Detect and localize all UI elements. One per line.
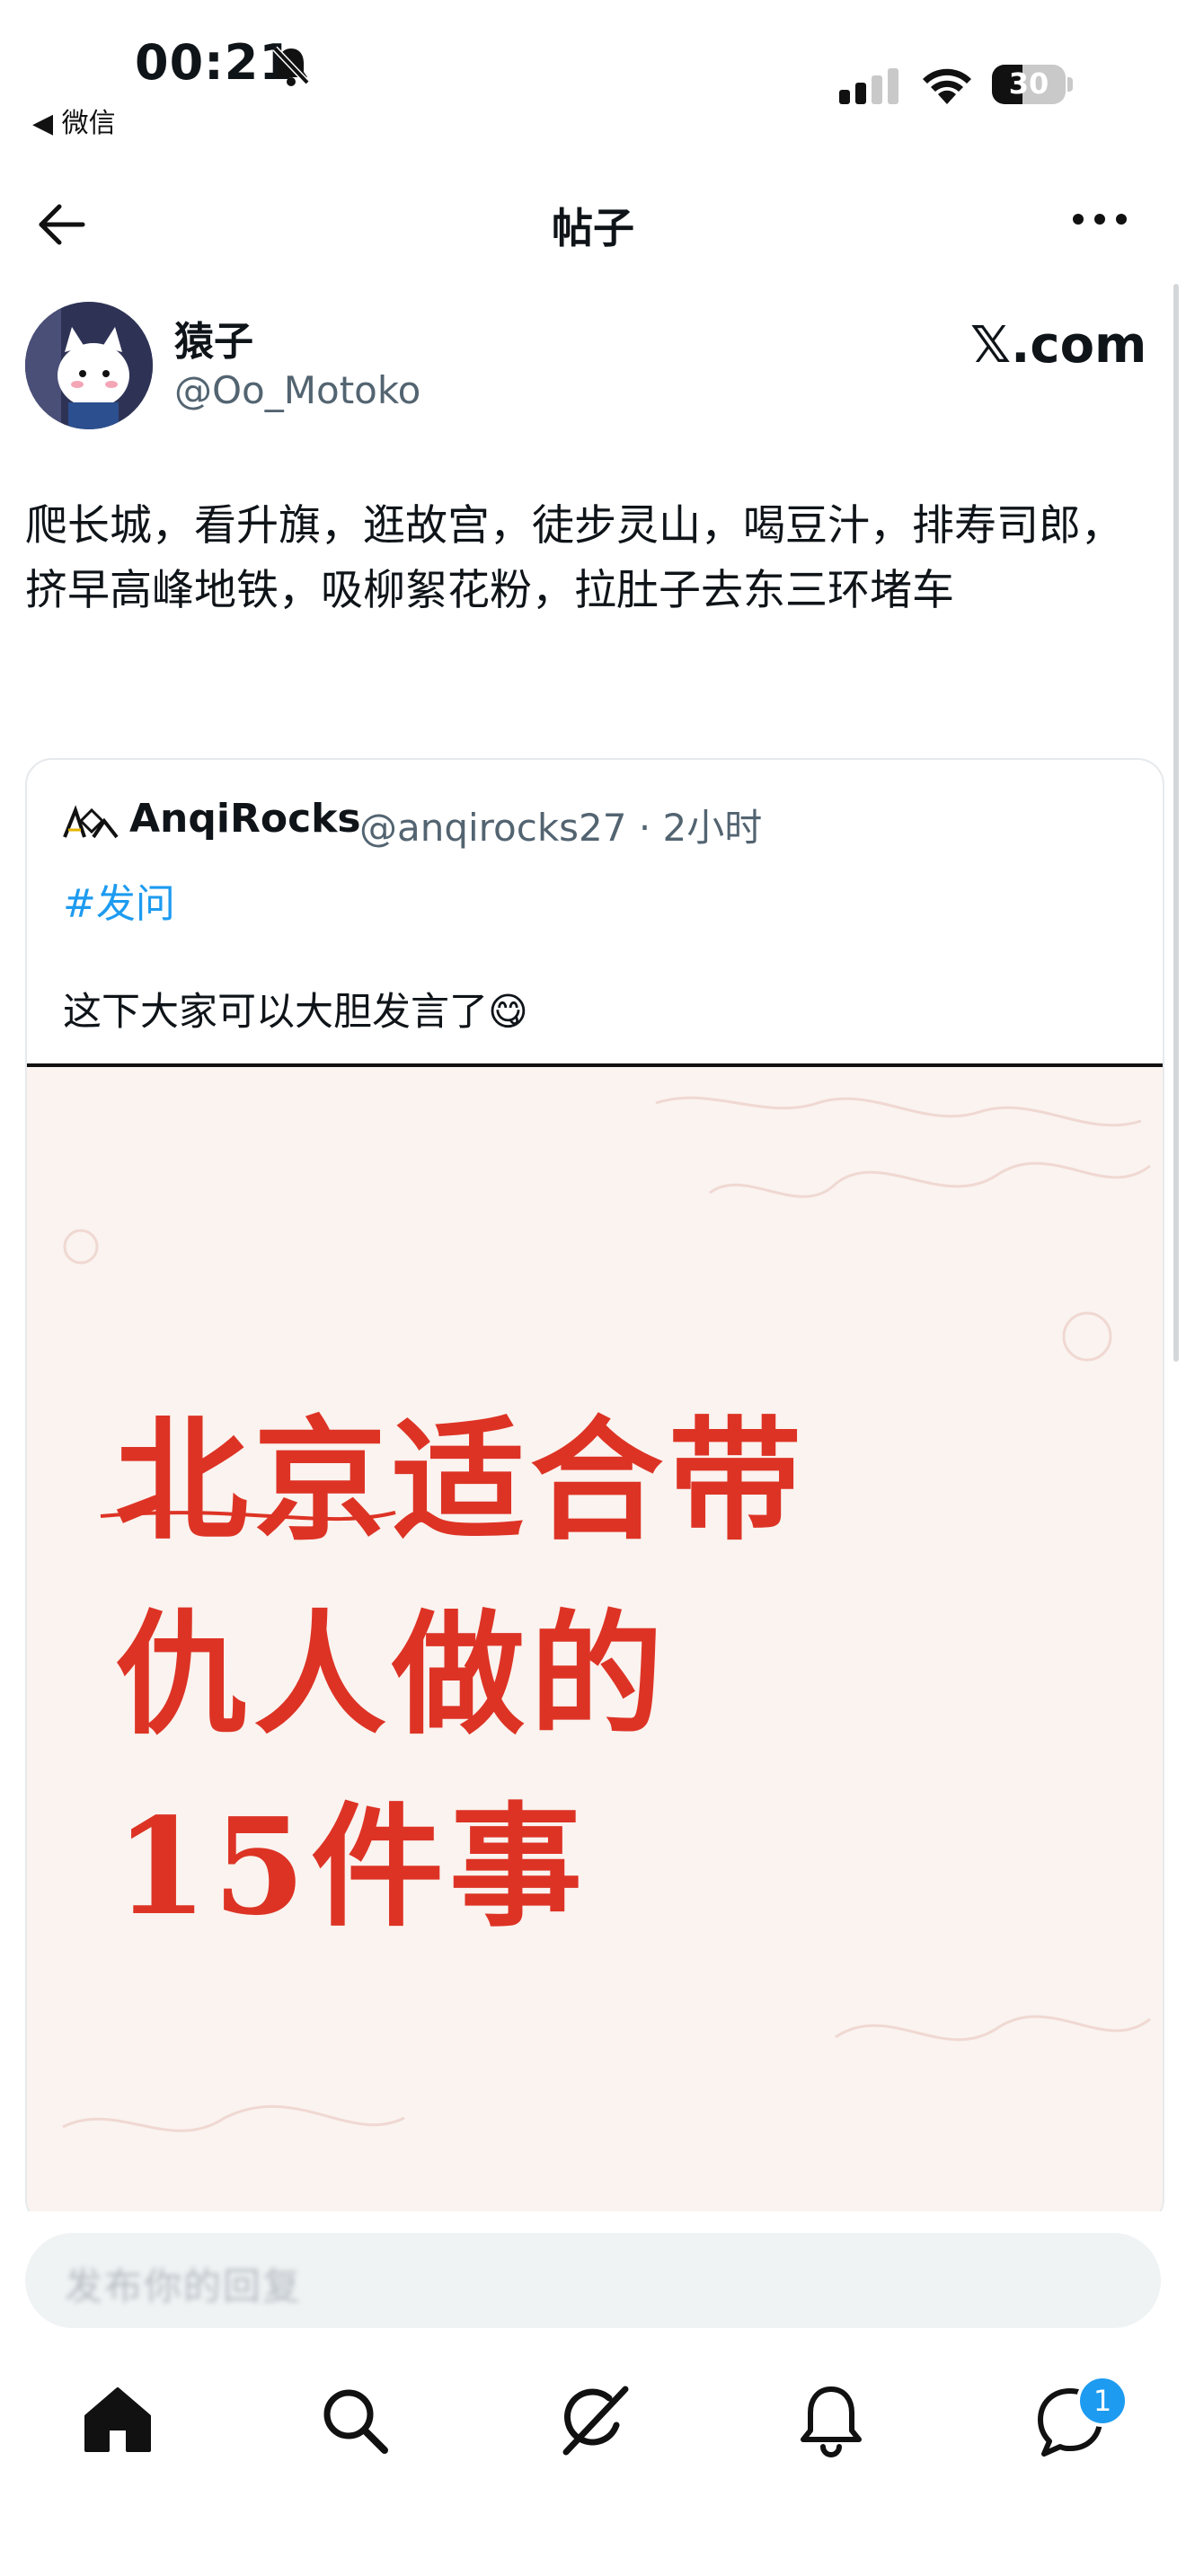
wifi-icon (920, 65, 974, 110)
source-watermark: 𝕏.com (970, 316, 1147, 375)
quoted-post-image[interactable]: 北京适合带 仇人做的 15件事 (27, 1067, 1163, 2224)
home-icon[interactable] (77, 2380, 158, 2461)
post-text: 爬长城，看升旗，逛故宫，徒步灵山，喝豆汁，排寿司郎，挤早高峰地铁，吸柳絮花粉，拉… (25, 501, 1123, 615)
poster-line-3: 15件事 (115, 1788, 588, 1945)
hashtag-link[interactable]: #发问 (63, 871, 175, 929)
quoted-author-meta: @anqirocks27 · 2小时 (359, 806, 763, 850)
avatar-illustration (25, 302, 153, 429)
quoted-author-name[interactable]: AnqiRocks (129, 796, 361, 842)
quoted-author-avatar (63, 803, 119, 846)
grok-icon[interactable] (553, 2380, 634, 2461)
mute-bell-icon (271, 45, 311, 90)
search-icon[interactable] (314, 2380, 395, 2461)
notifications-icon[interactable] (791, 2380, 872, 2461)
cellular-signal-icon (839, 66, 902, 110)
messages-badge: 1 (1076, 2375, 1128, 2427)
quoted-post-card[interactable]: AnqiRocks @anqirocks27 · 2小时 #发问 这下大家可以大… (25, 758, 1164, 2226)
more-options-icon[interactable] (1071, 208, 1128, 234)
battery-indicator: 30 (992, 65, 1066, 104)
author-handle[interactable]: @Oo_Motoko (174, 368, 420, 412)
avatar[interactable] (25, 302, 153, 429)
author-name[interactable]: 猿子 (174, 309, 253, 366)
poster-line-1: 北京适合带 (115, 1402, 807, 1558)
reply-placeholder: 发布你的回复 (65, 2264, 303, 2308)
status-time: 00:21 (135, 34, 294, 91)
scrollbar[interactable] (1173, 284, 1179, 1362)
poster-line-2: 仇人做的 (115, 1596, 668, 1752)
battery-tip (1067, 77, 1073, 92)
back-to-app-link[interactable]: ◀ 微信 (32, 101, 116, 140)
quoted-post-text: 这下大家可以大胆发言了😋 (63, 990, 528, 1035)
page-title: 帖子 (552, 204, 634, 252)
